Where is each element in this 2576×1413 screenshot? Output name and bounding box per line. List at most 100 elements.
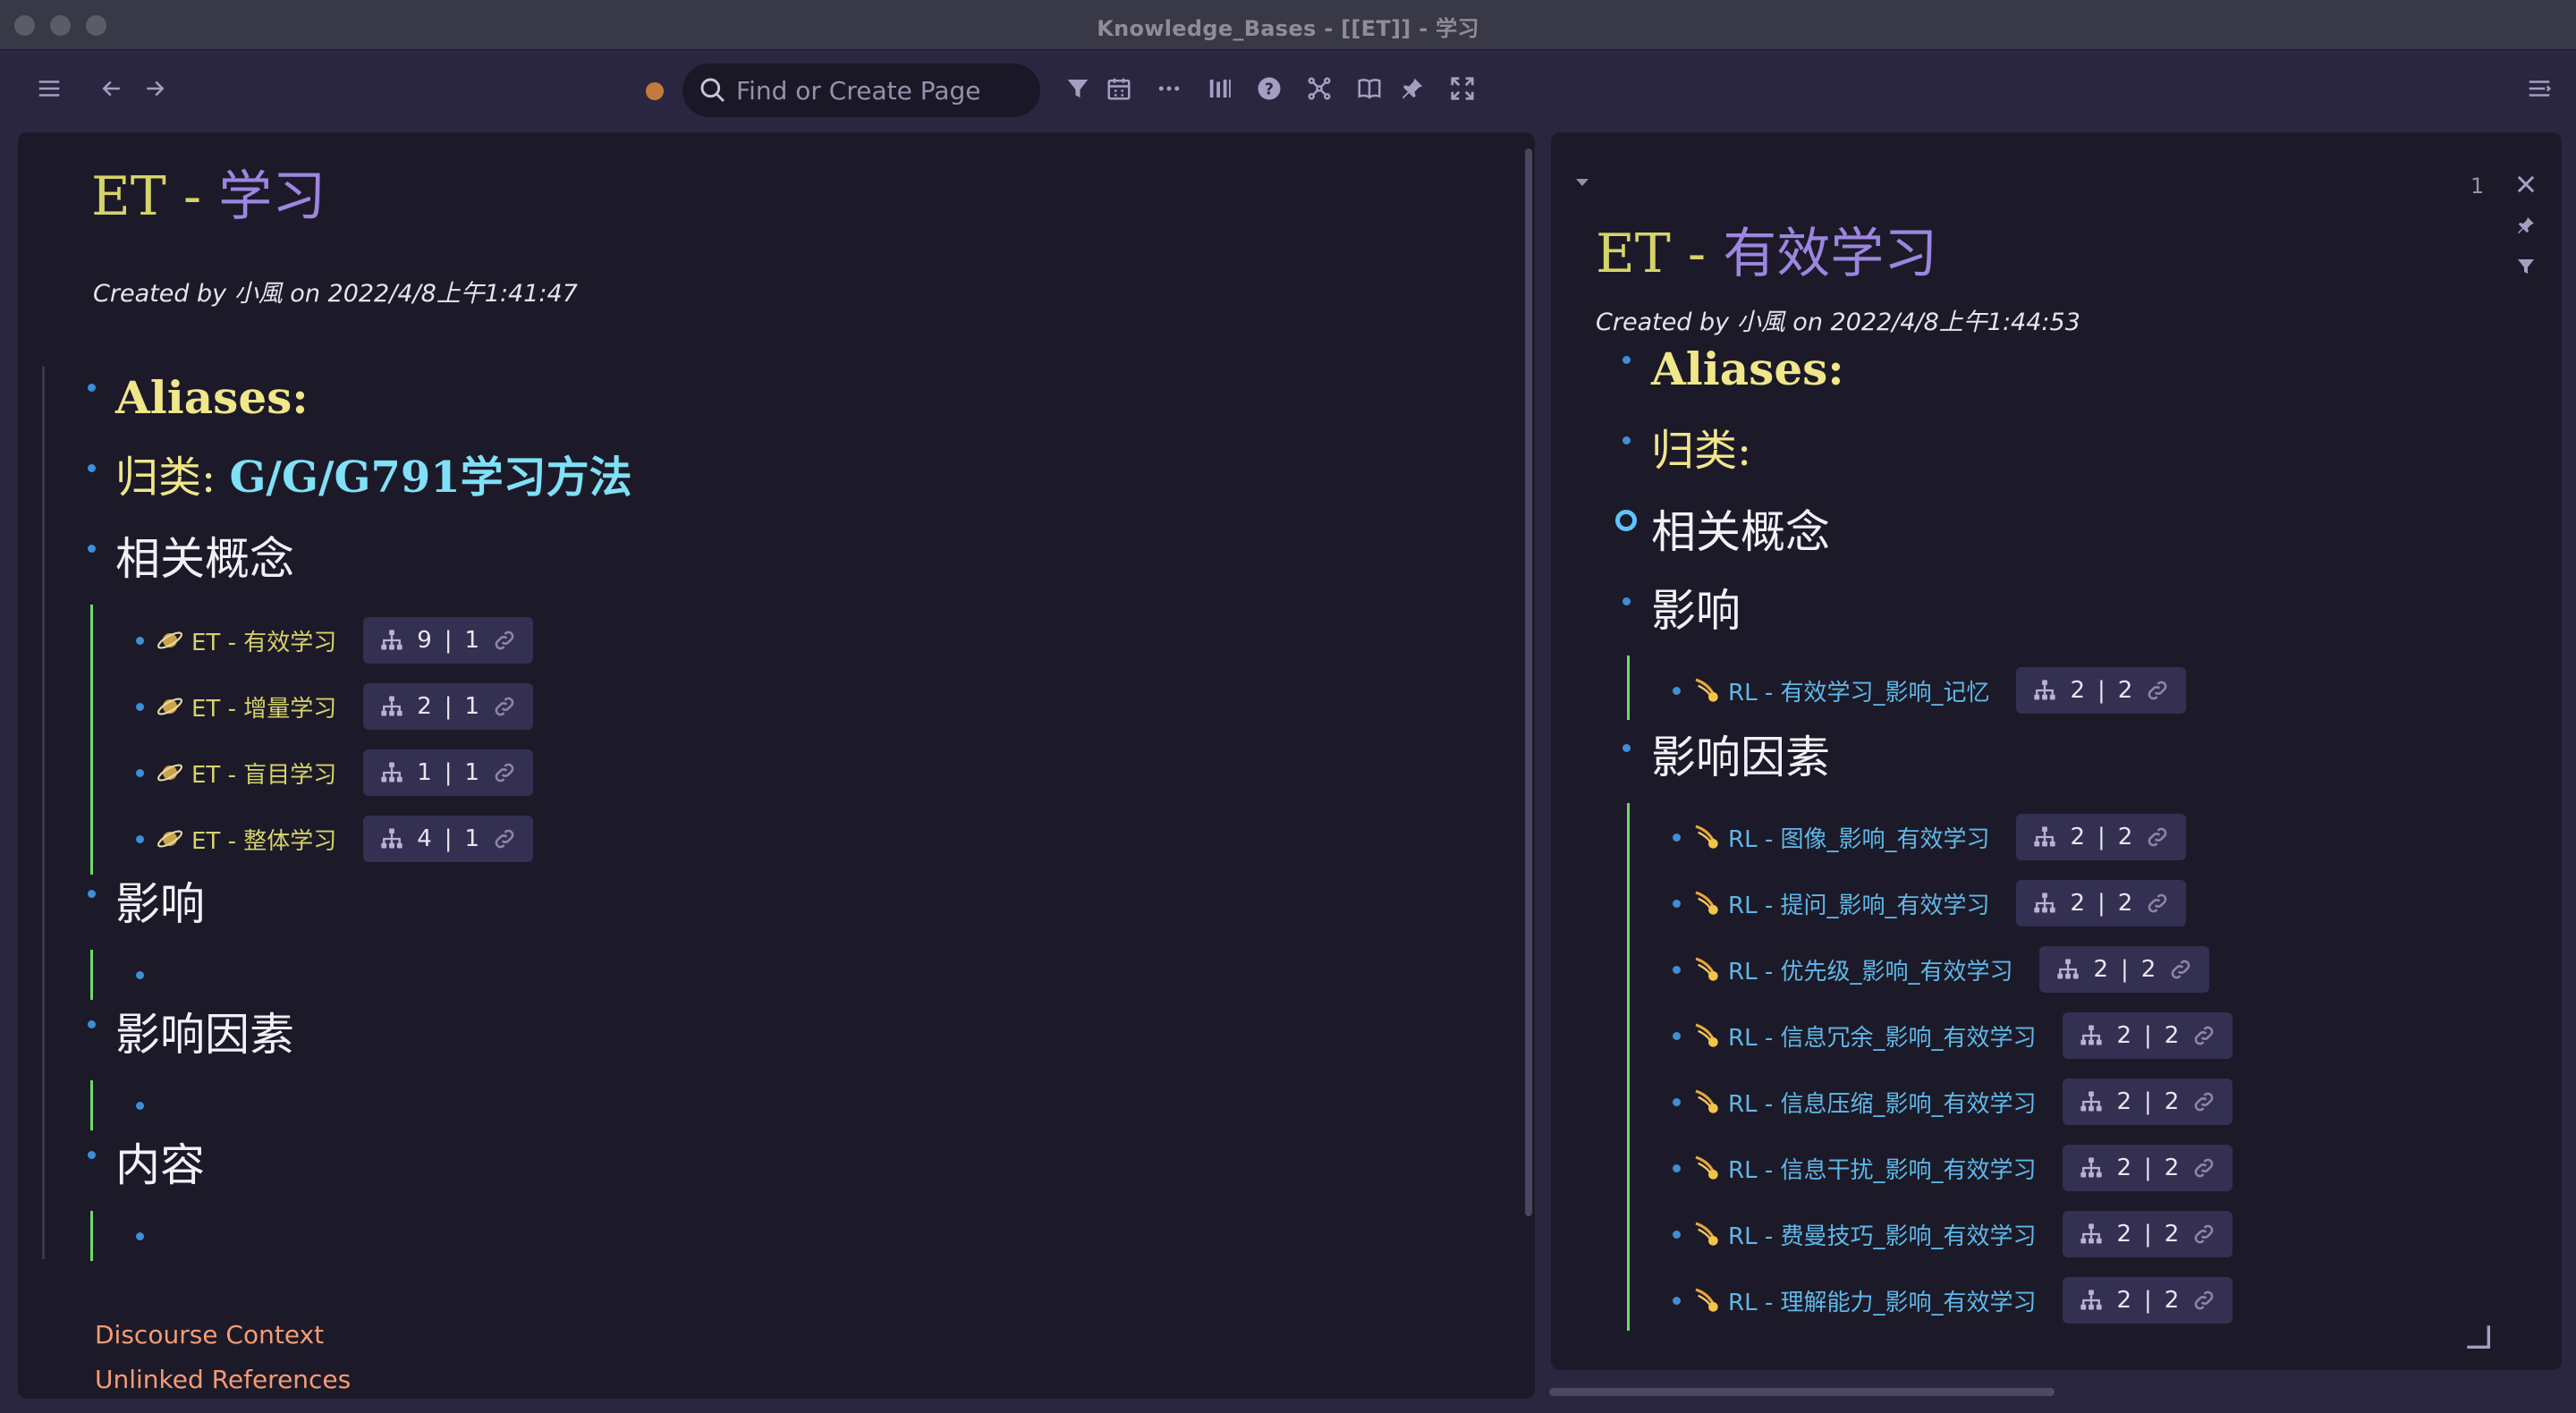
page-reference-link[interactable]: RL - 有效学习_影响_记忆 [1728,674,1989,707]
page-reference-link[interactable]: RL - 图像_影响_有效学习 [1728,821,1989,854]
more-options-icon[interactable] [1154,73,1184,104]
page-reference-link[interactable]: ET - 增量学习 [191,690,336,723]
discourse-context-toggle[interactable]: Discourse Context [95,1320,324,1350]
toolbar [0,51,2576,131]
tree-icon [379,628,404,653]
page-reference-link[interactable]: RL - 信息干扰_影响_有效学习 [1728,1152,2036,1185]
block-bullet[interactable] [88,545,96,553]
block-bullet[interactable] [88,464,96,472]
pin-icon[interactable] [1397,73,1428,104]
sync-status-dot [646,82,664,100]
related-concepts-heading[interactable]: 相关概念 [115,537,294,581]
block-bullet[interactable] [1623,356,1631,364]
page-reference-link[interactable]: RL - 优先级_影响_有效学习 [1728,953,2012,986]
page-reference-link[interactable]: RL - 费曼技巧_影响_有效学习 [1728,1218,2036,1251]
block-bullet[interactable] [136,703,144,711]
block-bullet[interactable] [136,637,144,645]
discourse-count-badge[interactable]: 2 | 2 [2063,1145,2233,1191]
page-reference-link[interactable]: ET - 有效学习 [191,624,336,657]
columns-icon[interactable] [1205,73,1235,104]
panel-filter-icon[interactable] [2515,256,2537,281]
link-icon [492,628,517,653]
empty-block-bullet[interactable] [136,1232,144,1240]
discourse-count-badge[interactable]: 4 | 1 [363,816,534,862]
forward-arrow-icon[interactable] [140,73,170,104]
discourse-count-badge[interactable]: 2 | 2 [2063,1211,2233,1257]
sidebar-influence-heading[interactable]: 影响 [1651,588,1741,633]
discourse-count-badge[interactable]: 2 | 2 [2016,880,2187,926]
discourse-count-badge[interactable]: 9 | 1 [363,617,534,664]
influence-heading[interactable]: 影响 [115,882,205,926]
block-bullet[interactable] [1673,1164,1681,1172]
block-bullet[interactable] [88,1151,96,1159]
back-arrow-icon[interactable] [97,73,127,104]
block-bullet[interactable] [1673,833,1681,842]
main-scrollbar[interactable] [1525,148,1532,1216]
block-bullet[interactable] [1623,744,1631,752]
unlinked-references-toggle[interactable]: Unlinked References [95,1365,351,1394]
block-bullet[interactable] [1673,687,1681,695]
page-reference-link[interactable]: RL - 理解能力_影响_有效学习 [1728,1284,2036,1317]
block-bullet[interactable] [1673,1098,1681,1106]
block-bullet[interactable] [136,769,144,777]
children-line [90,1080,93,1130]
discourse-count-badge[interactable]: 1 | 1 [363,749,534,796]
block-bullet[interactable] [88,1020,96,1028]
discourse-count-badge[interactable]: 2 | 2 [2016,667,2187,714]
block-bullet[interactable] [136,835,144,843]
child-count: 9 [417,627,432,654]
discourse-count-badge[interactable]: 2 | 1 [363,683,534,730]
link-icon [2145,825,2170,850]
collapsed-block-bullet[interactable] [1615,510,1637,531]
sidebar-aliases-heading[interactable]: Aliases: [1651,347,1844,392]
sidebar-factors-heading[interactable]: 影响因素 [1651,735,1830,780]
page-title[interactable]: ET - 学习 [91,170,326,224]
page-reference-link[interactable]: RL - 信息压缩_影响_有效学习 [1728,1086,2036,1119]
help-icon[interactable]: ? [1254,73,1284,104]
sidebar-related-heading[interactable]: 相关概念 [1651,510,1830,554]
fullscreen-icon[interactable] [1447,73,1478,104]
discourse-count-badge[interactable]: 2 | 2 [2039,946,2210,993]
sidebar-page-title[interactable]: ET - 有效学习 [1596,227,1937,281]
discourse-count-badge[interactable]: 2 | 2 [2063,1012,2233,1059]
block-bullet[interactable] [88,890,96,898]
page-reference-link[interactable]: ET - 整体学习 [191,823,336,856]
filter-icon[interactable] [1063,73,1093,104]
page-reference-link[interactable]: ET - 盲目学习 [191,757,336,790]
block-bullet[interactable] [1623,597,1631,605]
sidebar-toggle-icon[interactable] [34,73,64,104]
close-panel-icon[interactable] [2513,172,2538,200]
page-reference-link[interactable]: RL - 提问_影响_有效学习 [1728,887,1989,920]
category-heading[interactable]: 归类: G/G/G791学习方法 [115,456,632,499]
discourse-count-badge[interactable]: 2 | 2 [2063,1277,2233,1324]
block-bullet[interactable] [1623,436,1631,444]
right-sidebar-toggle-icon[interactable] [2524,73,2555,104]
ref-count: 1 [464,693,480,720]
category-link[interactable]: G/G/G791学习方法 [229,453,631,503]
pin-panel-icon[interactable] [2515,215,2537,240]
aliases-heading[interactable]: Aliases: [115,376,309,420]
discourse-count-badge[interactable]: 2 | 2 [2016,814,2187,860]
block-bullet[interactable] [1673,966,1681,974]
factors-heading[interactable]: 影响因素 [115,1012,294,1057]
resize-handle-icon[interactable] [2463,1322,2494,1356]
link-icon [492,760,517,785]
book-icon[interactable] [1354,73,1385,104]
sidebar-category-heading[interactable]: 归类: [1651,429,1751,472]
block-bullet[interactable] [1673,1032,1681,1040]
block-bullet[interactable] [88,384,96,392]
collapse-caret-icon[interactable] [1574,175,1590,192]
ref-count: 1 [464,825,480,852]
discourse-count-badge[interactable]: 2 | 2 [2063,1079,2233,1125]
empty-block-bullet[interactable] [136,971,144,979]
content-heading[interactable]: 内容 [115,1143,205,1188]
search-input[interactable]: Find or Create Page [682,63,1040,117]
graph-icon[interactable] [1304,73,1335,104]
empty-block-bullet[interactable] [136,1102,144,1110]
block-bullet[interactable] [1673,900,1681,908]
block-bullet[interactable] [1673,1231,1681,1239]
calendar-icon[interactable] [1104,73,1134,104]
block-bullet[interactable] [1673,1297,1681,1305]
horizontal-scrollbar[interactable] [1549,1388,2055,1396]
page-reference-link[interactable]: RL - 信息冗余_影响_有效学习 [1728,1020,2036,1053]
